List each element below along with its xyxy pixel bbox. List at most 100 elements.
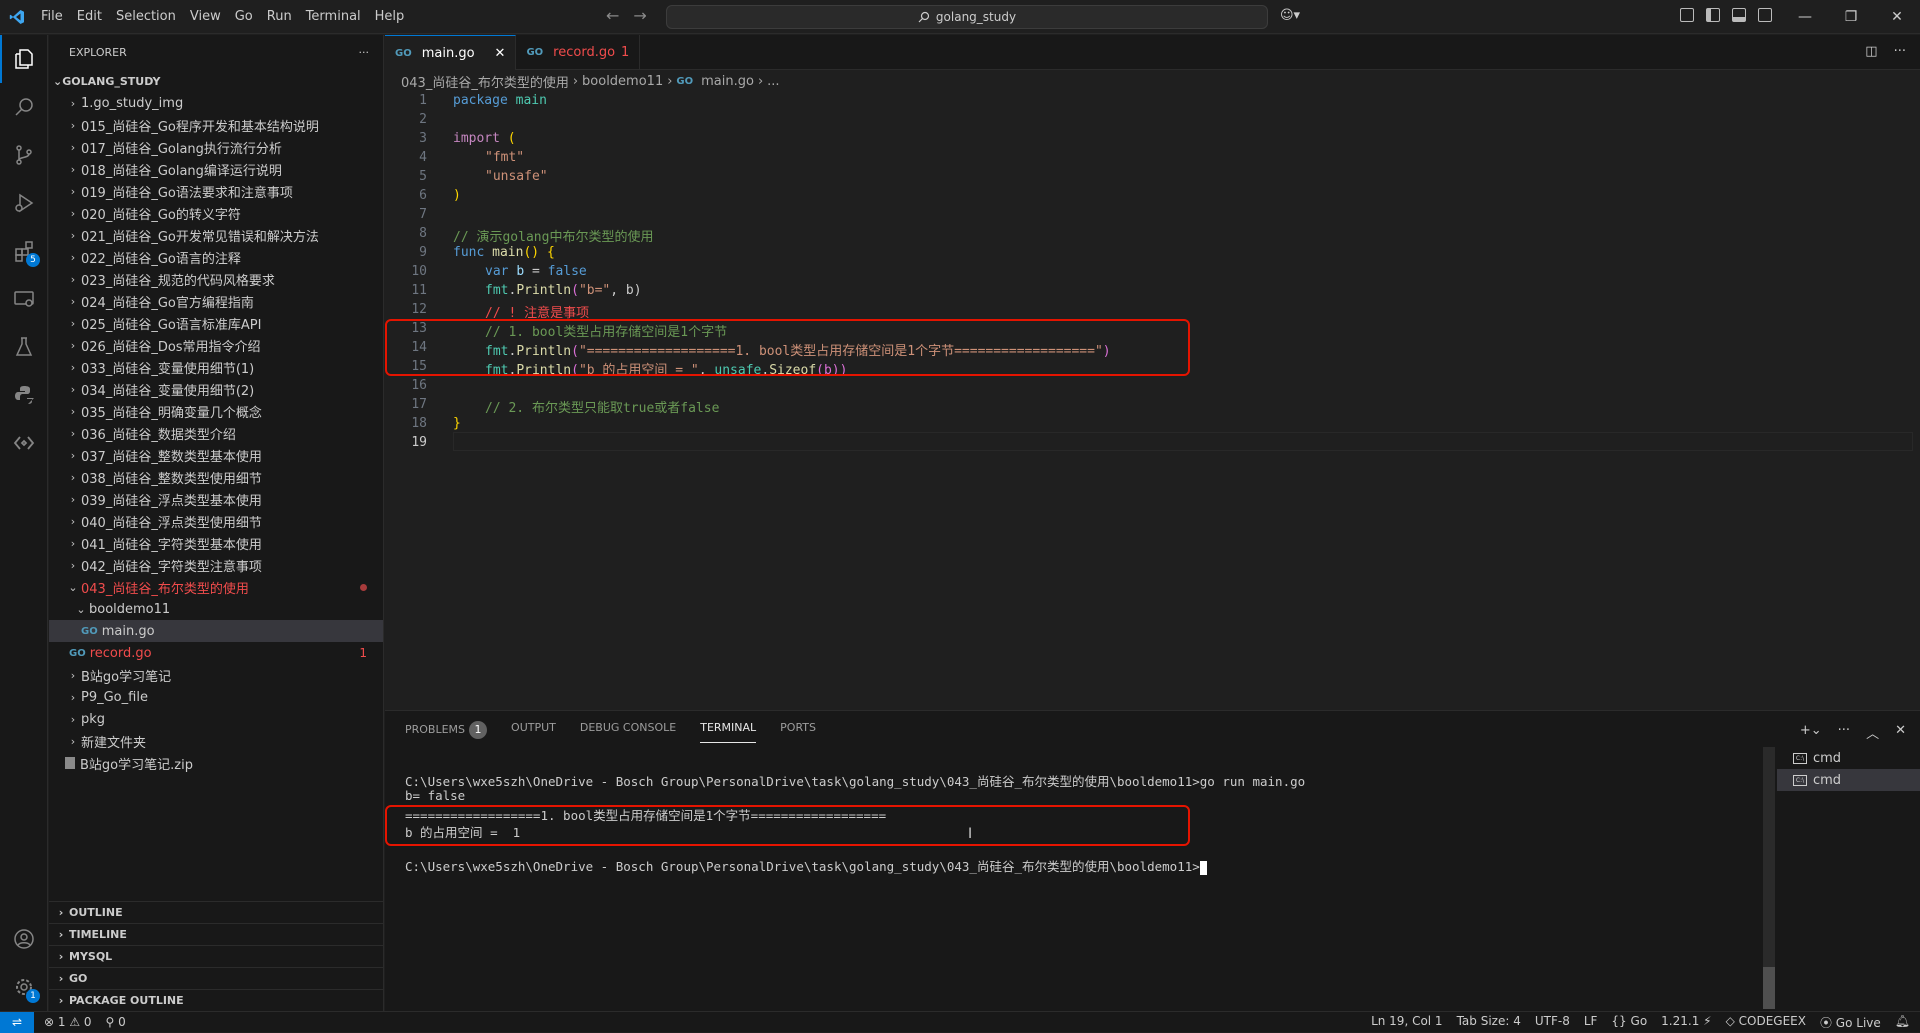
split-editor-icon[interactable]: ◫: [1865, 44, 1877, 59]
testing-icon[interactable]: [0, 323, 48, 371]
codegeex-status[interactable]: ◇ CODEGEEX: [1726, 1014, 1806, 1031]
folder-item[interactable]: › P9_Go_file: [49, 686, 383, 708]
folder-item[interactable]: › 018_尚硅谷_Golang编译运行说明: [49, 158, 383, 180]
toggle-sidebar-icon[interactable]: [1706, 8, 1720, 22]
tab-ports[interactable]: PORTS: [780, 721, 816, 743]
mysql-section[interactable]: › MYSQL: [49, 945, 384, 967]
more-actions-icon[interactable]: ···: [359, 46, 370, 59]
folder-item[interactable]: › 新建文件夹: [49, 730, 383, 752]
folder-item[interactable]: › 036_尚硅谷_数据类型介绍: [49, 422, 383, 444]
folder-item[interactable]: › 033_尚硅谷_变量使用细节(1): [49, 356, 383, 378]
scrollbar-thumb[interactable]: [1763, 967, 1775, 1009]
folder-item[interactable]: › 019_尚硅谷_Go语法要求和注意事项: [49, 180, 383, 202]
tab-output[interactable]: OUTPUT: [511, 721, 556, 743]
notifications-bell-icon[interactable]: 🔔︎: [1895, 1014, 1910, 1031]
panel-more-icon[interactable]: ···: [1838, 723, 1850, 742]
folder-item[interactable]: › 040_尚硅谷_浮点类型使用细节: [49, 510, 383, 532]
folder-item[interactable]: › 038_尚硅谷_整数类型使用细节: [49, 466, 383, 488]
workspace-root[interactable]: ⌄ GOLANG_STUDY: [49, 70, 383, 92]
terminal-instance-active[interactable]: C:\ cmd: [1777, 769, 1920, 791]
tab-problems[interactable]: PROBLEMS 1: [405, 721, 488, 743]
restore-icon[interactable]: ❐: [1828, 0, 1874, 34]
folder-item[interactable]: › 025_尚硅谷_Go语言标准库API: [49, 312, 383, 334]
remote-explorer-icon[interactable]: [0, 275, 48, 323]
toggle-panel-icon[interactable]: [1732, 8, 1746, 22]
folder-item[interactable]: › 021_尚硅谷_Go开发常见错误和解决方法: [49, 224, 383, 246]
code-editor[interactable]: 1 2 3 4 5 6 7 8 9 10 11 12 13 14 15 16 1…: [385, 92, 1920, 710]
package-outline-section[interactable]: › PACKAGE OUTLINE: [49, 989, 384, 1011]
folder-item[interactable]: › 026_尚硅谷_Dos常用指令介绍: [49, 334, 383, 356]
folder-item[interactable]: › B站go学习笔记: [49, 664, 383, 686]
folder-item-open[interactable]: ⌄ 043_尚硅谷_布尔类型的使用: [49, 576, 383, 598]
folder-item[interactable]: › pkg: [49, 708, 383, 730]
file-item-zip[interactable]: B站go学习笔记.zip: [49, 752, 383, 774]
tab-terminal[interactable]: TERMINAL: [700, 721, 757, 743]
file-item-main-go[interactable]: GO main.go: [49, 620, 383, 642]
folder-item[interactable]: › 039_尚硅谷_浮点类型基本使用: [49, 488, 383, 510]
editor-more-icon[interactable]: ···: [1894, 44, 1906, 59]
explorer-icon[interactable]: [0, 35, 48, 83]
folder-item[interactable]: › 023_尚硅谷_规范的代码风格要求: [49, 268, 383, 290]
folder-item[interactable]: › 037_尚硅谷_整数类型基本使用: [49, 444, 383, 466]
folder-item[interactable]: › 1.go_study_img: [49, 92, 383, 114]
cursor-position[interactable]: Ln 19, Col 1: [1371, 1014, 1443, 1031]
menu-run[interactable]: Run: [260, 0, 299, 34]
go-version[interactable]: 1.21.1 ⚡: [1661, 1014, 1711, 1031]
run-debug-icon[interactable]: [0, 179, 48, 227]
menu-terminal[interactable]: Terminal: [299, 0, 368, 34]
menu-file[interactable]: File: [34, 0, 70, 34]
terminal-scrollbar[interactable]: [1763, 747, 1775, 1009]
breadcrumb-folder[interactable]: 043_尚硅谷_布尔类型的使用: [401, 72, 569, 91]
folder-item[interactable]: › 020_尚硅谷_Go的转义字符: [49, 202, 383, 224]
close-panel-icon[interactable]: ✕: [1895, 723, 1906, 742]
menu-go[interactable]: Go: [228, 0, 260, 34]
tab-size[interactable]: Tab Size: 4: [1457, 1014, 1521, 1031]
back-arrow-icon[interactable]: ←: [606, 6, 619, 25]
go-section[interactable]: › GO: [49, 967, 384, 989]
maximize-panel-icon[interactable]: ︿: [1866, 723, 1879, 742]
breadcrumb-symbol[interactable]: ...: [767, 74, 779, 89]
ports-status[interactable]: ⚲ 0: [106, 1015, 126, 1029]
account-icon[interactable]: [0, 915, 48, 963]
problems-status[interactable]: ⊗ 1 ⚠ 0: [44, 1015, 92, 1029]
menu-selection[interactable]: Selection: [109, 0, 183, 34]
timeline-section[interactable]: › TIMELINE: [49, 923, 384, 945]
folder-item[interactable]: › 017_尚硅谷_Golang执行流行分析: [49, 136, 383, 158]
new-terminal-icon[interactable]: +⌄: [1800, 723, 1822, 742]
search-view-icon[interactable]: [0, 83, 48, 131]
folder-item[interactable]: › 041_尚硅谷_字符类型基本使用: [49, 532, 383, 554]
file-item-record-go[interactable]: GO record.go 1: [49, 642, 383, 664]
tab-debug-console[interactable]: DEBUG CONSOLE: [580, 721, 676, 743]
toggle-secondary-sidebar-icon[interactable]: [1758, 8, 1772, 22]
menu-edit[interactable]: Edit: [70, 0, 109, 34]
folder-item[interactable]: › 034_尚硅谷_变量使用细节(2): [49, 378, 383, 400]
tab-main-go[interactable]: GO main.go ✕: [385, 35, 517, 70]
forward-arrow-icon[interactable]: →: [633, 6, 646, 25]
manage-gear-icon[interactable]: 1: [0, 963, 48, 1011]
command-center-search[interactable]: golang_study: [666, 5, 1268, 29]
terminal-instance[interactable]: C:\ cmd: [1777, 747, 1920, 769]
folder-item[interactable]: › 022_尚硅谷_Go语言的注释: [49, 246, 383, 268]
folder-item[interactable]: › 015_尚硅谷_Go程序开发和基本结构说明: [49, 114, 383, 136]
end-of-line[interactable]: LF: [1584, 1014, 1598, 1031]
folder-item[interactable]: › 024_尚硅谷_Go官方编程指南: [49, 290, 383, 312]
extensions-icon[interactable]: 5: [0, 227, 48, 275]
breadcrumb-folder[interactable]: booldemo11: [582, 74, 663, 89]
close-window-icon[interactable]: ✕: [1874, 0, 1920, 34]
go-live-status[interactable]: ⦿ Go Live: [1820, 1014, 1881, 1031]
language-mode[interactable]: {} Go: [1611, 1014, 1647, 1031]
source-control-icon[interactable]: [0, 131, 48, 179]
close-tab-icon[interactable]: ✕: [495, 46, 506, 61]
minimize-icon[interactable]: —: [1782, 0, 1828, 34]
breadcrumb-file[interactable]: main.go: [701, 74, 754, 89]
tab-record-go[interactable]: GO record.go 1: [516, 35, 641, 70]
outline-section[interactable]: › OUTLINE: [49, 901, 384, 923]
customize-layout-icon[interactable]: [1680, 8, 1694, 22]
folder-item[interactable]: › 042_尚硅谷_字符类型注意事项: [49, 554, 383, 576]
codegeex-icon[interactable]: [0, 419, 48, 467]
menu-help[interactable]: Help: [368, 0, 412, 34]
python-icon[interactable]: [0, 371, 48, 419]
menu-view[interactable]: View: [183, 0, 228, 34]
folder-item-open[interactable]: ⌄ booldemo11: [49, 598, 383, 620]
copilot-icon[interactable]: ☺▾: [1280, 8, 1300, 23]
